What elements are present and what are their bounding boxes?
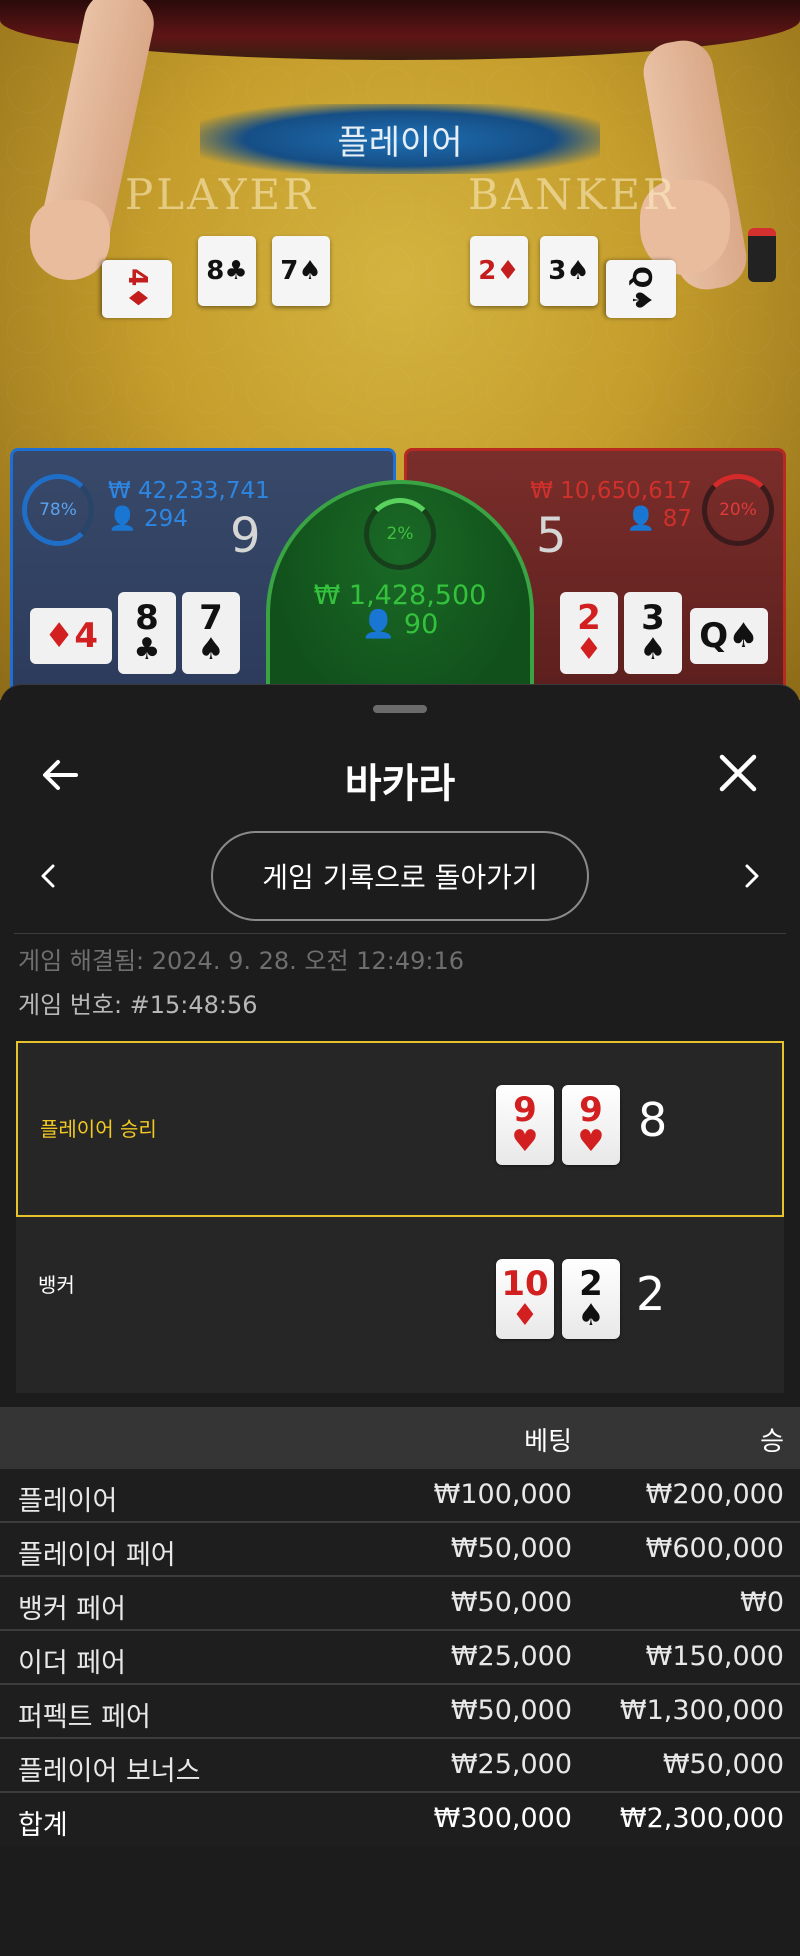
- win-amount: ₩1,300,000: [619, 1695, 784, 1726]
- user-icon: 👤: [361, 609, 396, 640]
- banker-percent: 20%: [719, 500, 757, 520]
- tie-bettor-count: 👤 90: [361, 609, 439, 640]
- history-sheet: 바카라 게임 기록으로 돌아가기 게임 해결됨: 2024. 9. 28. 오전…: [0, 684, 800, 1956]
- history-navigation: 게임 기록으로 돌아가기: [0, 831, 800, 921]
- back-to-history-button[interactable]: 게임 기록으로 돌아가기: [211, 831, 589, 921]
- table-row: 뱅커 페어 ₩50,000 ₩0: [0, 1577, 800, 1631]
- table-row: 플레이어 페어 ₩50,000 ₩600,000: [0, 1523, 800, 1577]
- bet-name: 퍼펙트 페어: [18, 1702, 151, 1733]
- player-stat-card-3: 7 ♠: [182, 592, 240, 674]
- table-row: 플레이어 보너스 ₩25,000 ₩50,000: [0, 1739, 800, 1793]
- banker-percent-ring: 20%: [702, 474, 774, 546]
- bet-amount: ₩50,000: [450, 1533, 572, 1564]
- table-row: 플레이어 ₩100,000 ₩200,000: [0, 1469, 800, 1523]
- sheet-title: 바카라: [344, 761, 456, 807]
- total-row: 합계 ₩300,000 ₩2,300,000: [0, 1793, 800, 1847]
- bet-name: 플레이어: [18, 1486, 118, 1517]
- player-score: 9: [230, 508, 261, 564]
- bet-amount: ₩25,000: [450, 1641, 572, 1672]
- table-player-card-1: 4 ♦: [102, 260, 172, 318]
- banker-score: 5: [536, 508, 567, 564]
- table-player-card-3: 7 ♠: [272, 236, 330, 306]
- bet-name: 뱅커 페어: [18, 1594, 126, 1625]
- close-icon: [719, 754, 757, 792]
- chevron-right-icon: [745, 864, 759, 888]
- user-icon: 👤: [108, 506, 137, 532]
- banker-outcome-label: 뱅커: [38, 1273, 75, 1297]
- user-icon: 👤: [626, 506, 656, 532]
- previous-game-button[interactable]: [34, 861, 64, 891]
- table-row: 퍼펙트 페어 ₩50,000 ₩1,300,000: [0, 1685, 800, 1739]
- game-resolved-time: 게임 해결됨: 2024. 9. 28. 오전 12:49:16: [18, 947, 464, 975]
- bet-amount: ₩100,000: [433, 1479, 572, 1510]
- player-outcome-label: 플레이어 승리: [40, 1117, 157, 1141]
- game-number: 게임 번호: #15:48:56: [18, 991, 258, 1019]
- banker-outcome-row: 뱅커 10 ♦ 2 ♠ 2: [16, 1217, 784, 1393]
- banker-bettor-count: 👤 87: [626, 506, 692, 532]
- bet-name: 플레이어 페어: [18, 1540, 176, 1571]
- round-result-banner: 플레이어: [200, 104, 600, 174]
- sheet-header: 바카라: [0, 733, 800, 813]
- banker-total-amount: ₩ 10,650,617: [530, 478, 692, 504]
- player-percent-ring: 78%: [22, 474, 94, 546]
- table-banker-label: BANKER: [468, 170, 678, 219]
- chevron-left-icon: [41, 864, 55, 888]
- header-divider: [14, 933, 786, 934]
- tie-percent-ring: 2%: [364, 498, 436, 570]
- table-row: 이더 페어 ₩25,000 ₩150,000: [0, 1631, 800, 1685]
- player-outcome-row: 플레이어 승리 9 ♥ 9 ♥ 8: [16, 1041, 784, 1217]
- banker-stat-card-3: Q ♠: [690, 608, 768, 664]
- player-result-score: 8: [638, 1093, 668, 1147]
- dealer-left-hand: [30, 200, 110, 280]
- table-player-label: PLAYER: [125, 170, 318, 219]
- bet-amount: ₩50,000: [450, 1587, 572, 1618]
- close-button[interactable]: [716, 751, 760, 795]
- sheet-drag-handle[interactable]: [373, 705, 427, 713]
- player-result-card-2: 9 ♥: [562, 1085, 620, 1165]
- player-result-card-1: 9 ♥: [496, 1085, 554, 1165]
- player-total-amount: ₩ 42,233,741: [108, 478, 270, 504]
- total-bet-amount: ₩300,000: [433, 1803, 572, 1834]
- banker-result-card-2: 2 ♠: [562, 1259, 620, 1339]
- player-stat-card-1: ♦ 4: [30, 608, 112, 664]
- bet-amount: ₩50,000: [450, 1695, 572, 1726]
- column-bet: 베팅: [524, 1427, 572, 1457]
- table-banker-card-3: Q ♠: [606, 260, 676, 318]
- player-bettor-count: 👤 294: [108, 506, 188, 532]
- player-percent: 78%: [39, 500, 77, 520]
- bet-name: 플레이어 보너스: [18, 1756, 201, 1787]
- table-banker-card-2: 3 ♠: [540, 236, 598, 306]
- banker-stat-card-2: 3 ♠: [624, 592, 682, 674]
- banker-result-card-1: 10 ♦: [496, 1259, 554, 1339]
- win-amount: ₩600,000: [645, 1533, 784, 1564]
- bet-amount: ₩25,000: [450, 1749, 572, 1780]
- bets-table-header: 베팅 승: [0, 1407, 800, 1469]
- banker-stat-card-1: 2 ♦: [560, 592, 618, 674]
- next-game-button[interactable]: [736, 861, 766, 891]
- column-win: 승: [760, 1427, 784, 1457]
- bet-name: 이더 페어: [18, 1648, 126, 1679]
- bets-table: 베팅 승 플레이어 ₩100,000 ₩200,000 플레이어 페어 ₩50,…: [0, 1407, 800, 1847]
- win-amount: ₩50,000: [662, 1749, 784, 1780]
- tie-percent: 2%: [386, 524, 414, 544]
- card-shoe: [748, 228, 776, 282]
- tie-total-amount: ₩ 1,428,500: [313, 580, 487, 611]
- total-win-amount: ₩2,300,000: [619, 1803, 784, 1834]
- banker-result-score: 2: [636, 1267, 666, 1321]
- total-label: 합계: [18, 1810, 68, 1841]
- table-player-card-2: 8 ♣: [198, 236, 256, 306]
- table-banker-card-1: 2 ♦: [470, 236, 528, 306]
- win-amount: ₩200,000: [645, 1479, 784, 1510]
- player-stat-card-2: 8 ♣: [118, 592, 176, 674]
- win-amount: ₩150,000: [645, 1641, 784, 1672]
- win-amount: ₩0: [740, 1587, 784, 1618]
